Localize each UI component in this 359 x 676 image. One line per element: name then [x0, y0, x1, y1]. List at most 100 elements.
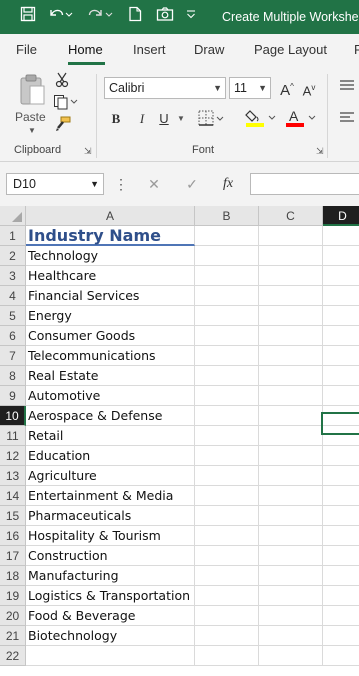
cell-a[interactable]: Technology — [26, 246, 195, 266]
cell-b[interactable] — [195, 366, 259, 386]
row-header[interactable]: 11 — [0, 426, 26, 446]
chevron-down-icon[interactable]: ▼ — [258, 78, 267, 98]
cell-a[interactable]: Aerospace & Defense — [26, 406, 195, 426]
cell-b[interactable] — [195, 606, 259, 626]
camera-icon[interactable] — [154, 6, 176, 28]
cell-c[interactable] — [259, 346, 323, 366]
cell-c[interactable] — [259, 246, 323, 266]
cell-a[interactable]: Manufacturing — [26, 566, 195, 586]
cell-a[interactable]: Agriculture — [26, 466, 195, 486]
cell-a[interactable]: Consumer Goods — [26, 326, 195, 346]
cell-b[interactable] — [195, 526, 259, 546]
cell-c[interactable] — [259, 226, 323, 246]
row-header[interactable]: 9 — [0, 386, 26, 406]
cell-c[interactable] — [259, 526, 323, 546]
cell-a[interactable]: Entertainment & Media — [26, 486, 195, 506]
cell-c[interactable] — [259, 386, 323, 406]
cell-a[interactable]: Logistics & Transportation — [26, 586, 195, 606]
cell-d[interactable] — [323, 446, 359, 466]
cell-c[interactable] — [259, 606, 323, 626]
paste-button[interactable]: Paste ▼ — [10, 72, 50, 135]
cell-d[interactable] — [323, 546, 359, 566]
cell-a[interactable]: Pharmaceuticals — [26, 506, 195, 526]
cell-a[interactable]: Construction — [26, 546, 195, 566]
active-cell-d10[interactable] — [321, 412, 359, 435]
cell-d[interactable] — [323, 486, 359, 506]
row-header[interactable]: 16 — [0, 526, 26, 546]
cell-b[interactable] — [195, 266, 259, 286]
row-header[interactable]: 6 — [0, 326, 26, 346]
row-header[interactable]: 15 — [0, 506, 26, 526]
column-header-a[interactable]: A — [26, 206, 195, 226]
cell-d[interactable] — [323, 326, 359, 346]
cell-b[interactable] — [195, 546, 259, 566]
row-header[interactable]: 13 — [0, 466, 26, 486]
row-header[interactable]: 17 — [0, 546, 26, 566]
cell-a[interactable]: Biotechnology — [26, 626, 195, 646]
borders-button[interactable] — [196, 109, 226, 132]
font-size-combo[interactable]: 11 ▼ — [229, 77, 271, 99]
cell-d[interactable] — [323, 626, 359, 646]
cell-d[interactable] — [323, 526, 359, 546]
bold-button[interactable]: B — [108, 110, 124, 128]
formula-bar-options-icon[interactable]: ⋮ — [114, 173, 128, 195]
formula-input[interactable] — [250, 173, 359, 195]
undo-icon[interactable] — [46, 6, 74, 28]
font-color-button[interactable]: A — [284, 108, 318, 133]
cell-d[interactable] — [323, 386, 359, 406]
cell-c[interactable] — [259, 446, 323, 466]
redo-icon[interactable] — [86, 6, 116, 28]
cell-a[interactable]: Retail — [26, 426, 195, 446]
align-left-icon[interactable] — [337, 110, 357, 131]
cell-b[interactable] — [195, 446, 259, 466]
cell-c[interactable] — [259, 486, 323, 506]
cell-a[interactable]: Healthcare — [26, 266, 195, 286]
cell-d[interactable] — [323, 566, 359, 586]
cell-d[interactable] — [323, 346, 359, 366]
row-header[interactable]: 21 — [0, 626, 26, 646]
tab-draw[interactable]: Draw — [194, 34, 224, 66]
cell-b[interactable] — [195, 386, 259, 406]
cell-d[interactable] — [323, 646, 359, 666]
cell-d[interactable] — [323, 226, 359, 246]
cell-c[interactable] — [259, 626, 323, 646]
underline-button[interactable]: U — [157, 110, 171, 128]
paste-dropdown-icon[interactable]: ▼ — [28, 126, 36, 135]
cell-b[interactable] — [195, 426, 259, 446]
chevron-down-icon[interactable]: ▼ — [90, 174, 99, 194]
tab-insert[interactable]: Insert — [133, 34, 166, 66]
cell-b[interactable] — [195, 566, 259, 586]
cell-d[interactable] — [323, 246, 359, 266]
cell-c[interactable] — [259, 646, 323, 666]
font-launcher-icon[interactable]: ⇲ — [316, 146, 324, 157]
font-name-combo[interactable]: Calibri ▼ — [104, 77, 226, 99]
row-header[interactable]: 12 — [0, 446, 26, 466]
cell-c[interactable] — [259, 466, 323, 486]
cell-b[interactable] — [195, 586, 259, 606]
copy-icon[interactable] — [52, 94, 80, 115]
align-top-icon[interactable] — [337, 78, 357, 99]
cell-b[interactable] — [195, 326, 259, 346]
cell-a[interactable]: Real Estate — [26, 366, 195, 386]
cut-icon[interactable] — [54, 72, 70, 93]
cell-d[interactable] — [323, 466, 359, 486]
row-header[interactable]: 14 — [0, 486, 26, 506]
cell-b[interactable] — [195, 506, 259, 526]
cell-b[interactable] — [195, 466, 259, 486]
cell-c[interactable] — [259, 406, 323, 426]
row-header[interactable]: 7 — [0, 346, 26, 366]
tab-file[interactable]: File — [16, 34, 37, 66]
row-header[interactable]: 20 — [0, 606, 26, 626]
cancel-icon[interactable]: ✕ — [144, 173, 164, 195]
save-icon[interactable] — [18, 6, 38, 28]
cell-c[interactable] — [259, 546, 323, 566]
cell-a[interactable]: Automotive — [26, 386, 195, 406]
cell-b[interactable] — [195, 486, 259, 506]
cell-c[interactable] — [259, 286, 323, 306]
cell-d[interactable] — [323, 606, 359, 626]
cell-b[interactable] — [195, 406, 259, 426]
name-box[interactable]: D10 ▼ — [6, 173, 104, 195]
cell-c[interactable] — [259, 266, 323, 286]
cell-c[interactable] — [259, 586, 323, 606]
column-header-c[interactable]: C — [259, 206, 323, 226]
